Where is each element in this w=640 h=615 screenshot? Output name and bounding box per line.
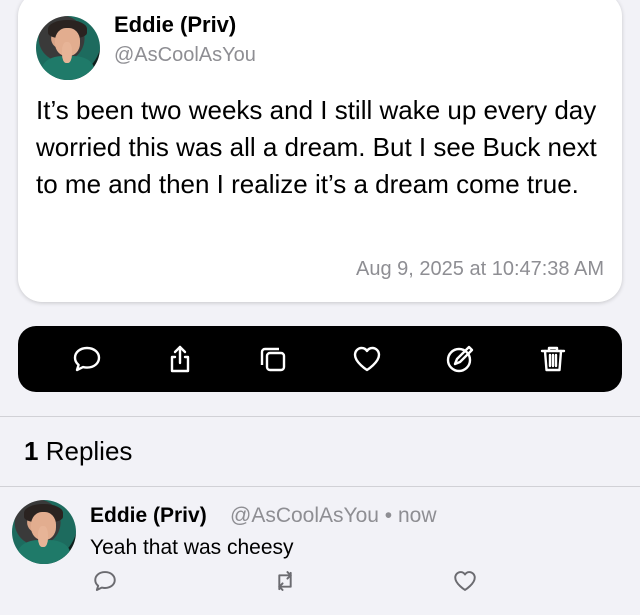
- post-author-handle[interactable]: @AsCoolAsYou: [114, 44, 256, 67]
- comment-icon: [73, 346, 100, 372]
- reply-author-name[interactable]: Eddie (Priv): [90, 504, 207, 528]
- replies-count: 1 Replies: [24, 436, 132, 467]
- post-card: Eddie (Priv) @AsCoolAsYou It’s been two …: [18, 0, 622, 302]
- reply-action-row: [90, 568, 490, 604]
- share-icon: [170, 345, 190, 373]
- copy-icon: [261, 347, 286, 372]
- post-body: It’s been two weeks and I still wake up …: [36, 95, 597, 199]
- replies-count-label: Replies: [45, 436, 133, 466]
- repost-icon: [278, 571, 292, 591]
- heart-icon: [454, 571, 476, 591]
- avatar[interactable]: [36, 16, 100, 80]
- edit-button[interactable]: [440, 339, 480, 379]
- reply-comment-button[interactable]: [92, 568, 122, 598]
- comment-icon: [94, 571, 116, 591]
- edit-icon: [446, 345, 474, 373]
- post-action-bar: [18, 326, 622, 392]
- divider: [0, 416, 640, 417]
- share-button[interactable]: [160, 339, 200, 379]
- reply-button[interactable]: [67, 339, 107, 379]
- copy-button[interactable]: [253, 339, 293, 379]
- divider: [0, 486, 640, 487]
- post-timestamp: Aug 9, 2025 at 10:47:38 AM: [356, 258, 604, 280]
- reply-like-button[interactable]: [452, 568, 482, 598]
- heart-icon: [353, 346, 380, 372]
- repost-button[interactable]: [272, 568, 302, 598]
- reply-meta: @AsCoolAsYou • now: [230, 504, 437, 527]
- like-button[interactable]: [347, 339, 387, 379]
- delete-button[interactable]: [533, 339, 573, 379]
- replies-count-number: 1: [24, 436, 39, 466]
- avatar[interactable]: [12, 500, 76, 564]
- reply-text: Yeah that was cheesy: [90, 536, 294, 559]
- post-author-name[interactable]: Eddie (Priv): [114, 12, 236, 38]
- trash-icon: [541, 346, 566, 372]
